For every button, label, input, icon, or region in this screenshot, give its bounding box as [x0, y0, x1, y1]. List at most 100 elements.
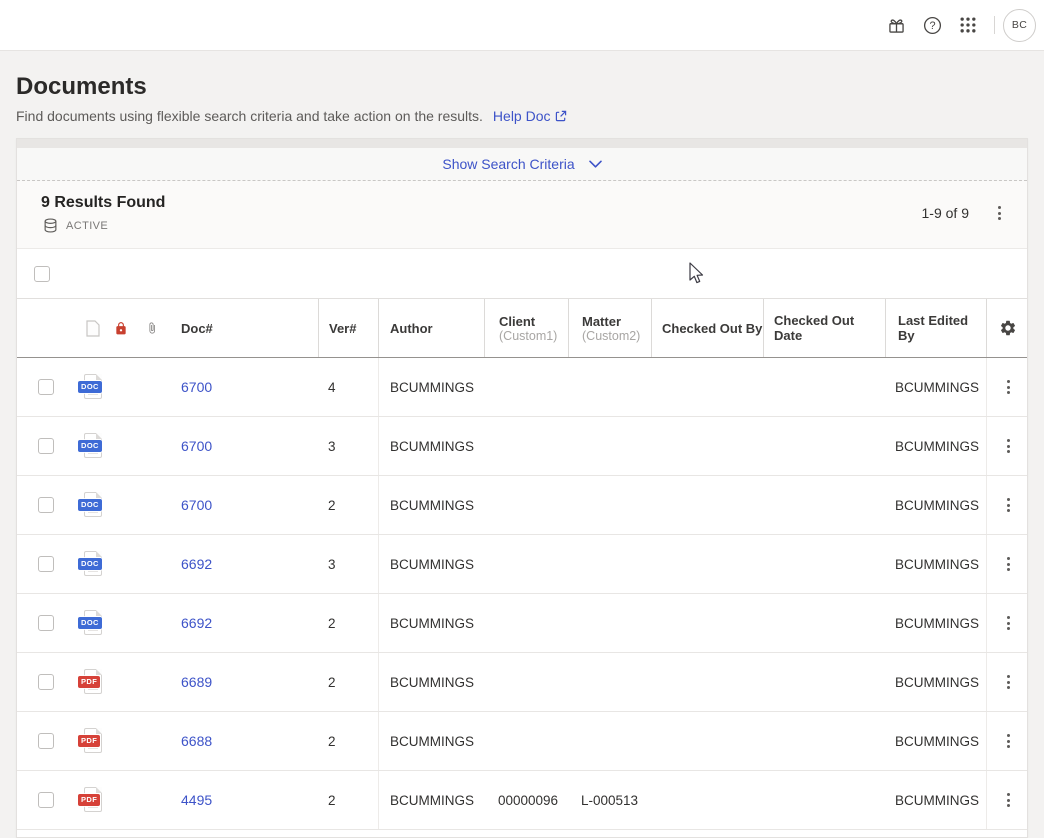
table-row: DOC 6700 4 BCUMMINGS BCUMMINGS [17, 358, 1027, 417]
file-type-icon: DOC [78, 432, 104, 460]
matter-cell [568, 535, 651, 593]
doc-number-link[interactable]: 6700 [181, 438, 212, 454]
doc-number-link[interactable]: 6689 [181, 674, 212, 690]
doc-number-link[interactable]: 4495 [181, 792, 212, 808]
doc-number-link[interactable]: 6700 [181, 379, 212, 395]
author-cell: BCUMMINGS [378, 476, 484, 534]
last-edited-by-cell: BCUMMINGS [885, 358, 986, 416]
matter-cell: L-000513 [568, 771, 651, 829]
table-header: Doc# Ver# Author Client (Custom1) Matter… [17, 298, 1027, 358]
row-actions-menu[interactable] [998, 729, 1018, 753]
last-edited-by-cell: BCUMMINGS [885, 476, 986, 534]
database-icon [43, 218, 58, 233]
gear-icon [999, 319, 1017, 337]
column-header-checked-out-by[interactable]: Checked Out By [651, 299, 763, 357]
file-type-icon: PDF [78, 727, 104, 755]
last-edited-by-cell: BCUMMINGS [885, 712, 986, 770]
help-button[interactable]: ? [914, 7, 950, 43]
row-checkbox[interactable] [38, 556, 54, 572]
file-type-icon: PDF [78, 668, 104, 696]
file-type-badge: PDF [78, 735, 100, 747]
column-header-version[interactable]: Ver# [318, 299, 378, 357]
results-count: 9 Results Found [41, 194, 165, 212]
lock-icon [114, 321, 128, 336]
row-checkbox[interactable] [38, 379, 54, 395]
table-row: DOC 6700 2 BCUMMINGS BCUMMINGS [17, 476, 1027, 535]
matter-cell [568, 712, 651, 770]
matter-header-sublabel: (Custom2) [582, 329, 640, 343]
column-header-doc-number[interactable]: Doc# [181, 321, 213, 336]
chevron-down-icon [589, 160, 602, 169]
author-cell: BCUMMINGS [378, 535, 484, 593]
last-edited-by-cell: BCUMMINGS [885, 594, 986, 652]
author-cell: BCUMMINGS [378, 594, 484, 652]
attachment-icon [146, 320, 158, 336]
file-type-badge: DOC [78, 617, 102, 629]
version-cell: 4 [318, 358, 378, 416]
user-avatar[interactable]: BC [1003, 9, 1036, 42]
doc-number-link[interactable]: 6688 [181, 733, 212, 749]
row-checkbox[interactable] [38, 497, 54, 513]
checked-out-by-cell [651, 476, 763, 534]
whats-new-button[interactable] [878, 7, 914, 43]
doc-number-link[interactable]: 6700 [181, 497, 212, 513]
row-actions-menu[interactable] [998, 670, 1018, 694]
apps-grid-icon [958, 15, 978, 35]
pagination-range: 1-9 of 9 [922, 205, 969, 221]
checked-out-date-cell [763, 594, 885, 652]
checked-out-by-cell [651, 712, 763, 770]
table-body: DOC 6700 4 BCUMMINGS BCUMMINGS DOC 6700 … [17, 358, 1027, 830]
file-type-icon: DOC [78, 550, 104, 578]
column-header-matter[interactable]: Matter (Custom2) [568, 299, 651, 357]
column-header-client[interactable]: Client (Custom1) [484, 299, 568, 357]
file-type-badge: DOC [78, 558, 102, 570]
search-criteria-toggle[interactable]: Show Search Criteria [17, 148, 1027, 181]
table-row: PDF 6689 2 BCUMMINGS BCUMMINGS [17, 653, 1027, 712]
doc-number-link[interactable]: 6692 [181, 556, 212, 572]
matter-cell [568, 417, 651, 475]
file-type-icon: DOC [78, 373, 104, 401]
top-app-bar: ? BC [0, 0, 1044, 51]
app-launcher-button[interactable] [950, 7, 986, 43]
column-header-last-edited-by[interactable]: Last Edited By [885, 299, 986, 357]
file-type-badge: PDF [78, 794, 100, 806]
row-actions-menu[interactable] [998, 434, 1018, 458]
help-doc-link[interactable]: Help Doc [493, 108, 567, 124]
row-checkbox[interactable] [38, 438, 54, 454]
collapsed-search-panel-strip [17, 139, 1027, 148]
client-cell: 00000096 [484, 771, 568, 829]
page-header: Documents Find documents using flexible … [0, 51, 1044, 138]
table-row: PDF 4495 2 BCUMMINGS 00000096 L-000513 B… [17, 771, 1027, 830]
row-actions-menu[interactable] [998, 552, 1018, 576]
row-actions-menu[interactable] [998, 493, 1018, 517]
results-actions-menu[interactable] [989, 201, 1009, 225]
column-header-checked-out-date[interactable]: Checked Out Date [763, 299, 885, 357]
column-header-author[interactable]: Author [378, 299, 484, 357]
row-checkbox[interactable] [38, 615, 54, 631]
version-cell: 2 [318, 594, 378, 652]
checked-out-by-cell [651, 535, 763, 593]
svg-text:?: ? [929, 20, 935, 32]
matter-cell [568, 476, 651, 534]
select-all-checkbox[interactable] [34, 266, 50, 282]
checked-out-by-cell [651, 417, 763, 475]
row-checkbox[interactable] [38, 674, 54, 690]
table-row: DOC 6700 3 BCUMMINGS BCUMMINGS [17, 417, 1027, 476]
row-checkbox[interactable] [38, 792, 54, 808]
row-checkbox[interactable] [38, 733, 54, 749]
matter-cell [568, 358, 651, 416]
page-subtitle: Find documents using flexible search cri… [16, 108, 483, 124]
column-settings-button[interactable] [986, 299, 1029, 357]
client-header-sublabel: (Custom1) [499, 329, 557, 343]
row-actions-menu[interactable] [998, 611, 1018, 635]
checked-out-date-cell [763, 476, 885, 534]
gift-icon [886, 15, 907, 36]
row-actions-menu[interactable] [998, 375, 1018, 399]
client-cell [484, 358, 568, 416]
last-edited-by-cell: BCUMMINGS [885, 771, 986, 829]
author-cell: BCUMMINGS [378, 358, 484, 416]
matter-header-label: Matter [582, 314, 621, 329]
doc-number-link[interactable]: 6692 [181, 615, 212, 631]
client-cell [484, 653, 568, 711]
row-actions-menu[interactable] [998, 788, 1018, 812]
